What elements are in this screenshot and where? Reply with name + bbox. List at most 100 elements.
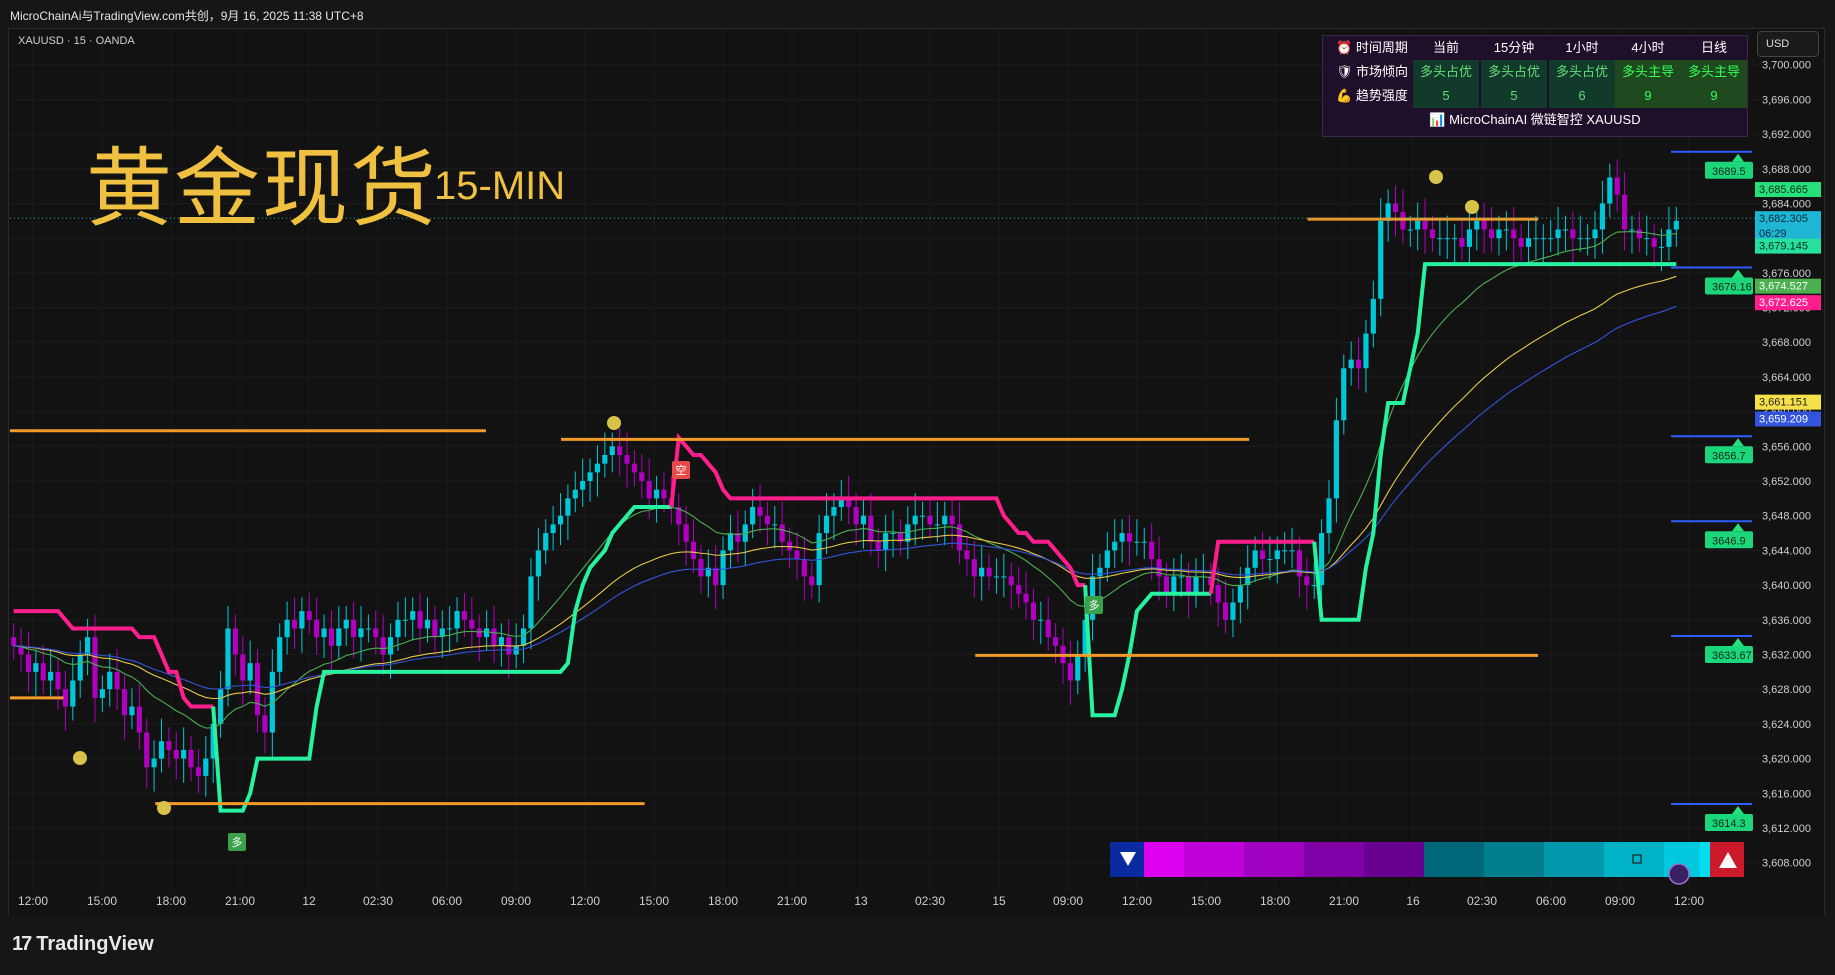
candle (166, 741, 172, 750)
candle (979, 567, 985, 577)
table-header-cell: 日线 (1700, 40, 1727, 55)
candle (1126, 533, 1133, 542)
candle (653, 489, 660, 499)
candle (1023, 593, 1029, 603)
candle (949, 515, 955, 525)
x-tick-label: 12:00 (570, 894, 600, 908)
candle (1038, 619, 1044, 621)
candle (1444, 238, 1450, 240)
candle (565, 498, 571, 516)
ema-fast-line (13, 231, 1677, 729)
candle (484, 628, 490, 638)
candle (62, 689, 69, 707)
candle (920, 515, 926, 517)
candle (617, 446, 623, 455)
candle (1008, 576, 1014, 586)
level-arrow-icon (1732, 269, 1744, 278)
price-label-text: 3,679.145 (1759, 241, 1808, 253)
table-cell: 5 (1481, 84, 1547, 108)
candle (1621, 194, 1628, 230)
candle (1311, 585, 1317, 587)
momentum-bar-segment (1144, 842, 1184, 877)
candle (1119, 533, 1125, 542)
table-header-cell: 4小时 (1631, 40, 1665, 55)
candle (890, 533, 896, 535)
candle (1518, 238, 1524, 247)
y-tick-label: 3,656.000 (1762, 441, 1811, 453)
candle (1326, 498, 1332, 534)
candle (299, 611, 305, 629)
candle (1370, 298, 1376, 334)
candle (1230, 602, 1236, 620)
candle (1429, 229, 1436, 239)
candle (55, 671, 61, 690)
candle (1570, 229, 1576, 239)
momentum-bar-segment (1604, 842, 1664, 877)
candle (1555, 229, 1561, 239)
candle (683, 524, 689, 542)
currency-button[interactable]: USD (1757, 31, 1819, 57)
candle (631, 463, 637, 473)
candle (764, 515, 770, 525)
price-label-text: 06:29 (1759, 228, 1787, 240)
candle (1481, 220, 1487, 230)
candle (284, 619, 290, 638)
table-cell: 6 (1549, 84, 1615, 108)
candle (772, 524, 778, 526)
candle (594, 463, 601, 473)
candle (240, 654, 246, 681)
candle (572, 489, 578, 499)
tradingview-logo[interactable]: 17 TradingView (12, 933, 154, 956)
table-cell: 9 (1681, 84, 1747, 108)
candle (11, 637, 17, 646)
candle (1614, 177, 1620, 195)
candle (1163, 576, 1170, 594)
signal-dot (157, 801, 171, 815)
candle (181, 749, 187, 759)
candle (1644, 238, 1650, 240)
candle (1651, 238, 1657, 247)
candle (306, 611, 312, 620)
candle (85, 637, 91, 655)
candle (624, 455, 630, 464)
y-tick-label: 3,700.000 (1762, 60, 1811, 72)
candle (1001, 576, 1007, 578)
candle (387, 637, 394, 655)
level-tag-label: 3676.16 (1712, 281, 1752, 293)
x-tick-label: 15:00 (87, 894, 117, 908)
x-tick-label: 18:00 (708, 894, 738, 908)
trail-stop-up (1312, 262, 1677, 622)
candle (321, 628, 327, 638)
candle (535, 550, 541, 577)
candle (1392, 203, 1399, 213)
signal-dot (1465, 200, 1479, 214)
candle (1222, 602, 1229, 620)
x-tick-label: 12:00 (1122, 894, 1152, 908)
candle (1259, 550, 1266, 560)
candle (144, 732, 150, 768)
candle (1112, 541, 1118, 551)
candle (757, 507, 763, 516)
candle (380, 637, 386, 655)
candle (1186, 576, 1192, 594)
candle (1533, 238, 1539, 240)
candle (1407, 229, 1413, 231)
chart-title: 黄金现货 (86, 139, 438, 239)
candle (727, 533, 734, 551)
footer-bar (0, 915, 1835, 975)
long-marker-label: 多 (1089, 598, 1100, 612)
candle (1141, 541, 1147, 543)
candle (1296, 550, 1303, 577)
candle (232, 628, 238, 655)
y-tick-label: 3,696.000 (1762, 94, 1811, 106)
table-row-label: 💪 趋势强度 (1336, 88, 1408, 103)
candle (1097, 567, 1103, 577)
candle (875, 541, 881, 551)
candle (373, 628, 379, 638)
table-cell: 5 (1413, 84, 1479, 108)
candle (291, 619, 298, 629)
table-footer: 📊 MicroChainAI 微链智控 XAUUSD (1429, 112, 1641, 127)
y-tick-label: 3,668.000 (1762, 337, 1811, 349)
candle (801, 559, 807, 577)
candle (964, 550, 970, 560)
